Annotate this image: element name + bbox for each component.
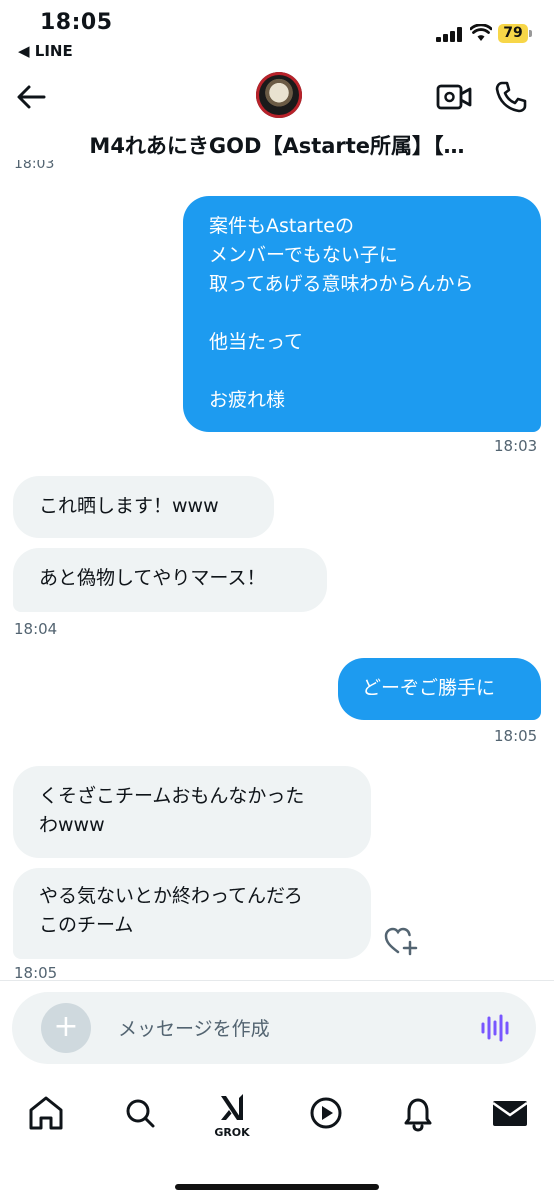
- message-text: 案件もAstarteの メンバーでもない子に 取ってあげる意味わからんから 他当…: [209, 215, 474, 411]
- search-icon[interactable]: [118, 1090, 162, 1138]
- message-bubble-incoming[interactable]: やる気ないとか終わってんだろ このチーム: [13, 868, 371, 959]
- message-timestamp: 18:03: [494, 437, 538, 455]
- play-icon[interactable]: [304, 1090, 348, 1138]
- conversation-title: M4れあにきGOD【Astarte所属】【…: [89, 134, 465, 158]
- battery-tip: [529, 30, 532, 37]
- message-text: やる気ないとか終わってんだろ このチーム: [39, 885, 303, 936]
- grok-label: GROK: [214, 1126, 250, 1139]
- signal-icon: [436, 26, 462, 42]
- message-bubble-outgoing[interactable]: 案件もAstarteの メンバーでもない子に 取ってあげる意味わからんから 他当…: [183, 196, 541, 432]
- grok-icon: [221, 1094, 243, 1120]
- message-bubble-incoming[interactable]: これ晒します！www: [13, 476, 274, 538]
- message-timestamp: 18:04: [14, 620, 58, 638]
- mail-icon[interactable]: [488, 1090, 532, 1138]
- grok-tab[interactable]: GROK: [210, 1090, 254, 1139]
- message-bubble-incoming[interactable]: あと偽物してやりマース！: [13, 548, 327, 612]
- avatar[interactable]: [256, 72, 302, 118]
- home-icon[interactable]: [24, 1090, 68, 1138]
- message-text: あと偽物してやりマース！: [39, 567, 266, 589]
- video-call-icon[interactable]: [436, 82, 472, 112]
- phone-icon[interactable]: [494, 80, 528, 114]
- message-timestamp: 18:05: [494, 727, 538, 745]
- back-arrow-icon[interactable]: [14, 80, 48, 114]
- battery-icon: 79: [498, 24, 528, 43]
- message-text: くそざこチームおもんなかった わwww: [39, 785, 305, 836]
- status-time: 18:05: [40, 10, 113, 35]
- timestamp-partial: 18:03: [14, 160, 55, 172]
- message-text: どーぞご勝手に: [362, 677, 496, 699]
- heart-plus-icon[interactable]: [384, 926, 418, 956]
- back-to-app-link[interactable]: ◀ LINE: [18, 42, 73, 60]
- composer-divider: [0, 980, 554, 981]
- wifi-icon: [470, 24, 492, 41]
- message-bubble-outgoing[interactable]: どーぞご勝手に: [338, 658, 541, 720]
- voice-icon[interactable]: [478, 1012, 512, 1044]
- message-input[interactable]: [116, 1012, 460, 1046]
- message-text: これ晒します！www: [39, 495, 219, 517]
- home-indicator: [175, 1184, 379, 1190]
- plus-icon[interactable]: +: [41, 1003, 91, 1053]
- message-bubble-incoming[interactable]: くそざこチームおもんなかった わwww: [13, 766, 371, 858]
- bell-icon[interactable]: [396, 1090, 440, 1138]
